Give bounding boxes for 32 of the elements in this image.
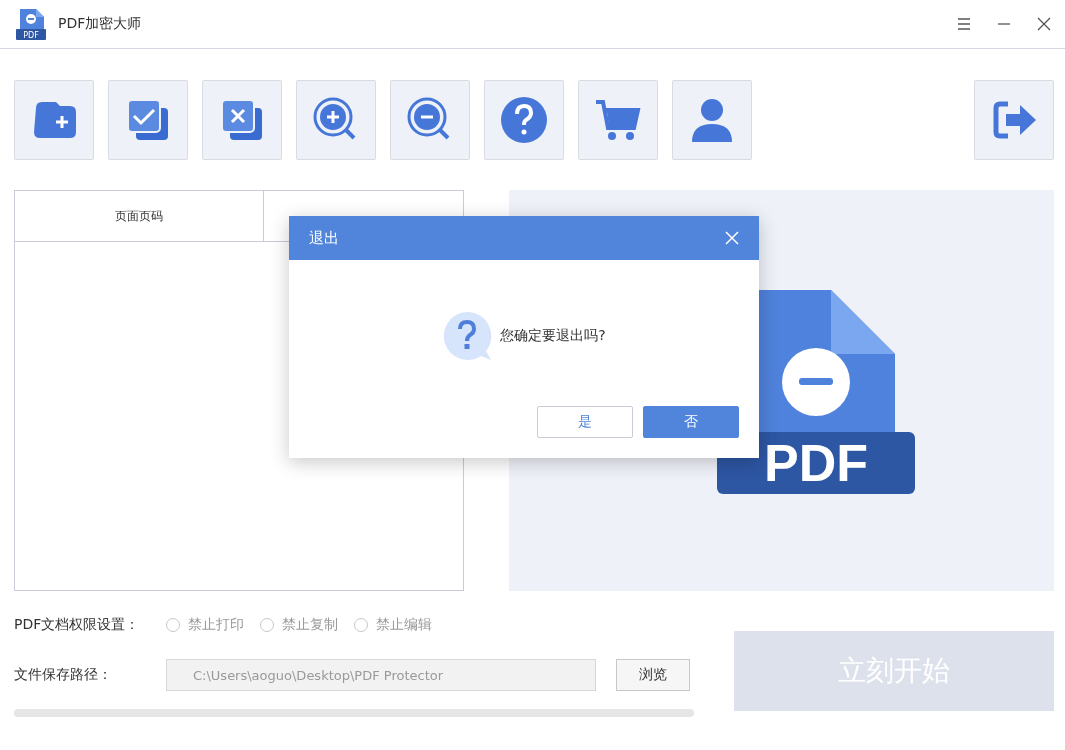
save-path-field[interactable]: C:\Users\aoguo\Desktop\PDF Protector [166,659,596,691]
radio-button[interactable] [166,618,180,632]
window-title: PDF加密大师 [58,15,143,33]
close-button[interactable] [1037,17,1051,31]
radio-button[interactable] [260,618,274,632]
save-path-label: 文件保存路径： [14,666,113,684]
browse-button[interactable]: 浏览 [616,659,690,691]
toolbar-button[interactable] [296,80,376,160]
permission-option[interactable]: 禁止打印 [166,616,244,634]
toolbar-button[interactable] [578,80,658,160]
toolbar-button[interactable] [108,80,188,160]
permission-option[interactable]: 禁止复制 [260,616,338,634]
toolbar-button[interactable] [202,80,282,160]
dialog-button[interactable]: 是 [537,406,633,438]
permission-option[interactable]: 禁止编辑 [354,616,432,634]
column-header: 页面页码 [15,191,264,241]
pdf-label: PDF [763,433,868,492]
toolbar-button[interactable] [390,80,470,160]
document-logo-drawing [16,9,46,40]
toolbar-button[interactable] [14,80,94,160]
menu-button[interactable] [957,17,971,31]
logo-text: PDF [23,31,39,40]
exit-button[interactable] [974,80,1054,160]
minimize-button[interactable] [997,23,1011,25]
question-bubble-icon [442,311,493,361]
radio-button[interactable] [354,618,368,632]
toolbar-button[interactable] [484,80,564,160]
toolbar-button[interactable] [672,80,752,160]
dialog-message: 您确定要退出吗? [500,327,606,345]
dialog-button[interactable]: 否 [643,406,739,438]
permissions-label: PDF文档权限设置： [14,616,141,634]
dialog-title: 退出 [309,228,340,248]
